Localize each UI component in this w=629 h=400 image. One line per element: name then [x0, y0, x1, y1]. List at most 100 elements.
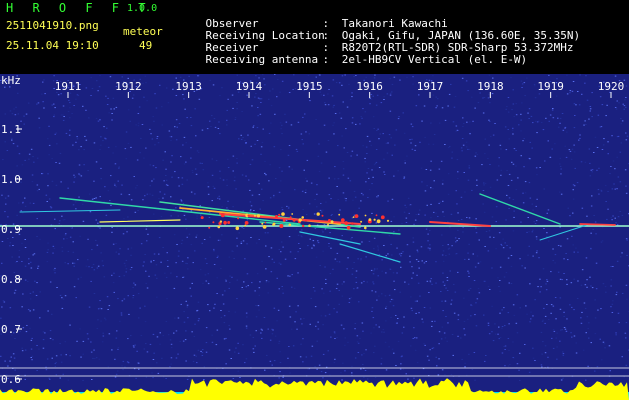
noise-dot [429, 249, 431, 251]
noise-dot [555, 318, 557, 320]
hot-spot [237, 217, 240, 220]
noise-dot [125, 268, 128, 270]
noise-dot [279, 371, 281, 373]
noise-dot [3, 301, 6, 303]
noise-dot [139, 152, 141, 154]
noise-dot [544, 322, 546, 324]
noise-dot [255, 75, 257, 77]
noise-dot [116, 227, 118, 229]
noise-dot [462, 144, 465, 146]
noise-dot [603, 138, 605, 140]
noise-dot [267, 292, 269, 294]
noise-dot [204, 258, 207, 260]
noise-dot [341, 379, 343, 381]
noise-dot [468, 272, 470, 274]
noise-dot [324, 104, 327, 106]
noise-dot [127, 295, 129, 297]
noise-dot [7, 216, 9, 218]
noise-dot [325, 151, 328, 153]
noise-dot [82, 220, 85, 222]
noise-dot [357, 352, 360, 353]
noise-dot [314, 198, 316, 200]
noise-dot [245, 142, 247, 143]
noise-dot [260, 98, 263, 100]
noise-dot [135, 124, 137, 126]
noise-dot [512, 133, 514, 135]
noise-dot [55, 374, 58, 376]
noise-dot [93, 142, 96, 144]
noise-dot [509, 247, 511, 249]
noise-dot [175, 139, 178, 141]
noise-dot [468, 217, 471, 219]
noise-dot [438, 122, 441, 124]
noise-dot [82, 379, 84, 381]
noise-dot [65, 354, 67, 356]
noise-dot [264, 369, 266, 371]
noise-dot [621, 292, 624, 294]
noise-dot [209, 310, 211, 312]
noise-dot [375, 161, 378, 163]
noise-dot [46, 358, 49, 360]
noise-dot [410, 123, 413, 125]
noise-dot [318, 143, 320, 145]
noise-dot [382, 133, 384, 135]
noise-dot [336, 311, 338, 313]
noise-dot [21, 261, 23, 262]
noise-dot [359, 337, 361, 339]
noise-dot [25, 331, 28, 333]
noise-dot [385, 307, 387, 309]
noise-dot [520, 221, 522, 223]
noise-dot [443, 332, 446, 334]
noise-dot [265, 281, 268, 283]
noise-dot [600, 126, 603, 128]
noise-dot [463, 321, 466, 322]
noise-dot [621, 356, 623, 358]
noise-dot [32, 156, 34, 158]
noise-dot [519, 352, 521, 354]
noise-dot [500, 169, 503, 171]
noise-dot [616, 188, 618, 190]
noise-dot [36, 103, 38, 105]
noise-dot [600, 189, 602, 191]
noise-dot [156, 136, 159, 137]
noise-dot [213, 248, 215, 250]
noise-dot [53, 116, 55, 118]
noise-dot [69, 129, 71, 131]
hot-spot [327, 223, 329, 226]
noise-dot [593, 152, 595, 153]
noise-dot [322, 209, 324, 211]
noise-dot [595, 262, 598, 264]
noise-dot [173, 234, 176, 236]
noise-dot [303, 318, 305, 319]
noise-dot [276, 96, 278, 98]
noise-dot [559, 163, 561, 165]
noise-dot [497, 333, 499, 335]
noise-dot [95, 117, 98, 119]
noise-dot [182, 340, 185, 342]
noise-dot [47, 310, 49, 312]
noise-dot [304, 192, 307, 194]
noise-dot [600, 190, 603, 192]
noise-dot [559, 191, 561, 193]
noise-dot [441, 183, 444, 185]
noise-dot [194, 323, 196, 325]
noise-dot [330, 336, 332, 338]
noise-dot [421, 120, 423, 122]
noise-dot [113, 291, 115, 293]
noise-dot [376, 268, 378, 270]
noise-dot [435, 212, 437, 214]
noise-dot [559, 278, 562, 280]
noise-dot [226, 109, 228, 111]
noise-dot [572, 198, 575, 200]
noise-dot [250, 237, 252, 238]
noise-dot [374, 345, 376, 347]
noise-dot [576, 182, 579, 184]
noise-dot [59, 152, 62, 154]
noise-dot [149, 164, 152, 166]
noise-dot [135, 187, 137, 189]
noise-dot [63, 238, 65, 240]
noise-dot [287, 207, 290, 209]
noise-dot [485, 231, 488, 232]
noise-dot [302, 209, 304, 210]
noise-dot [385, 320, 387, 322]
